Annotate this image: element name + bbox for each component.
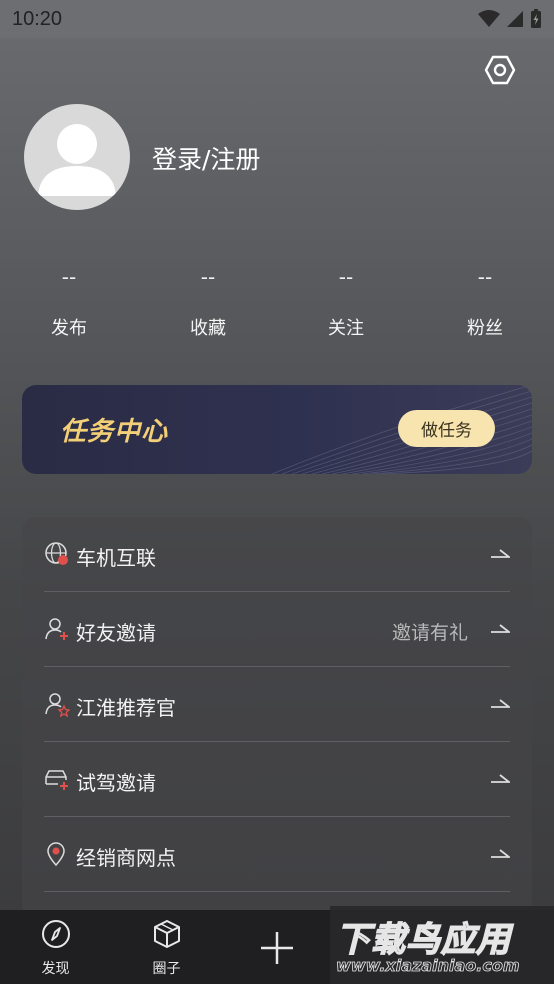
add-friend-icon (45, 618, 68, 640)
arrow-right-icon (491, 624, 510, 633)
avatar[interactable] (24, 104, 130, 210)
stats-row: -- 发布 -- 收藏 -- 关注 -- 粉丝 (0, 262, 554, 352)
stat-label: 粉丝 (467, 318, 503, 339)
default-avatar-icon (38, 124, 116, 196)
menu-item-dealers[interactable]: 经销商网点 (44, 817, 510, 892)
stat-value: -- (477, 265, 493, 289)
car-add-icon (45, 770, 68, 790)
task-center-title: 任务中心 (60, 417, 169, 447)
do-task-button[interactable]: 做任务 (398, 410, 495, 447)
arrow-right-icon (491, 699, 510, 708)
stat-value: -- (200, 265, 216, 289)
stat-label: 关注 (328, 318, 364, 339)
recommender-icon (45, 693, 70, 717)
arrow-right-icon (491, 849, 510, 858)
menu-item-recommender[interactable]: 江淮推荐官 (44, 667, 510, 742)
status-icons (478, 9, 542, 29)
arrow-right-icon (491, 549, 510, 558)
menu-item-car-connect[interactable]: 车机互联 (44, 517, 510, 592)
arrow-right-icon (491, 774, 510, 783)
battery-icon (531, 9, 541, 28)
menu-label: 经销商网点 (76, 846, 176, 870)
watermark-url: www.xiazainiao.com (336, 956, 520, 976)
menu-item-test-drive[interactable]: 试驾邀请 (44, 742, 510, 817)
location-pin-icon (47, 842, 65, 867)
nav-circle[interactable]: 圈子 (111, 910, 222, 984)
wifi-icon (478, 10, 500, 27)
nav-label: 圈子 (152, 961, 181, 977)
stat-favorites[interactable]: -- 收藏 (148, 262, 268, 340)
menu-extra-text: 邀请有礼 (391, 622, 468, 644)
menu-item-friend-invite[interactable]: 好友邀请 邀请有礼 (44, 592, 510, 667)
nav-publish[interactable] (222, 910, 333, 984)
watermark: 下载鸟应用 www.xiazainiao.com (330, 906, 554, 984)
login-register-link[interactable]: 登录/注册 (152, 140, 260, 176)
plus-icon (261, 932, 293, 964)
stat-fans[interactable]: -- 粉丝 (425, 262, 545, 340)
menu-card: 车机互联 好友邀请 邀请有礼 江淮推荐官 试驾邀请 经销商网点 (22, 517, 532, 937)
menu-label: 好友邀请 (76, 621, 156, 645)
nav-label: 发现 (41, 961, 70, 977)
stat-value: -- (61, 265, 77, 289)
globe-icon (45, 542, 68, 565)
status-bar: 10:20 (0, 0, 554, 38)
status-time: 10:20 (12, 7, 63, 30)
stat-label: 收藏 (190, 318, 226, 339)
settings-button[interactable] (482, 52, 518, 88)
compass-icon (42, 920, 70, 948)
stat-posts[interactable]: -- 发布 (9, 262, 129, 340)
watermark-title: 下载鸟应用 (335, 919, 511, 961)
menu-label: 江淮推荐官 (76, 696, 176, 720)
menu-label: 试驾邀请 (76, 771, 156, 795)
task-center-banner[interactable]: 任务中心 做任务 (22, 385, 532, 474)
nav-discover[interactable]: 发现 (0, 910, 111, 984)
signal-icon (507, 11, 523, 27)
stat-label: 发布 (51, 318, 87, 339)
menu-label: 车机互联 (76, 546, 156, 570)
stat-value: -- (338, 265, 354, 289)
cube-icon (154, 920, 180, 948)
settings-icon (484, 55, 516, 85)
stat-following[interactable]: -- 关注 (286, 262, 406, 340)
